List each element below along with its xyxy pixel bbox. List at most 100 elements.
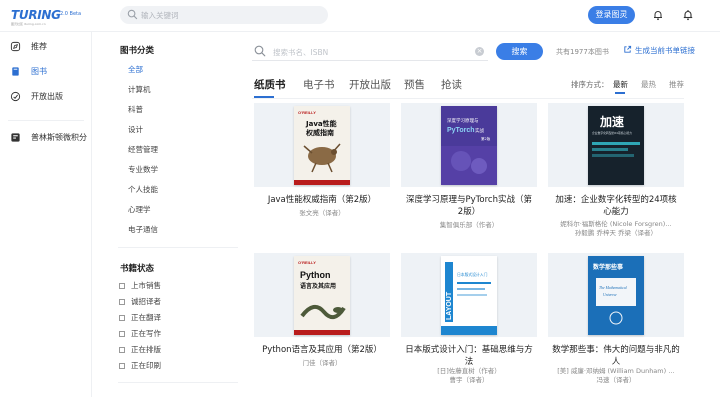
open-publish-icon [10,91,21,102]
status-label: 正在印刷 [131,361,161,370]
search-icon [254,45,266,57]
status-checkbox[interactable]: 正在排版 [119,344,161,355]
book-cover: O'REILLY Java性能 权威指南 [294,106,350,185]
category-item[interactable]: 专业数学 [128,164,158,175]
svg-text:权威指南: 权威指南 [305,128,334,137]
svg-text:Universe: Universe [603,293,617,297]
nav-item-recommend[interactable]: 推荐 [0,36,92,58]
cover-art: O'REILLY Python 语言及其应用 [294,256,350,335]
status-label: 上市销售 [131,281,161,290]
logo-wordmark: TURING [11,8,61,22]
sort-option-recommended[interactable]: 推荐 [669,79,684,90]
book-cover: 数学那些事 The Mathematical Universe [588,256,644,335]
book-card[interactable]: LAYOUT 日本版式设计入门 日本版式设计入门：基础思维与方法 [日]佐藤直树… [401,253,537,397]
category-item[interactable]: 全部 [128,64,143,75]
nav-item-course[interactable]: 普林斯顿微积分 [0,127,92,149]
bell-icon[interactable] [652,9,664,21]
generate-list-label: 生成当前书单链接 [635,46,695,55]
book-title[interactable]: 深度学习原理与PyTorch实战（第2版） [405,194,533,218]
sort-option-newest[interactable]: 最新 [613,79,628,90]
tab-presale[interactable]: 预售 [404,77,425,92]
book-author: 妮科尔·福斯格伦 (Nicole Forsgren)… [560,220,672,228]
sort-label: 排序方式： [571,80,609,89]
book-title[interactable]: 日本版式设计入门：基础思维与方法 [405,344,533,368]
status-checkbox[interactable]: 正在印刷 [119,360,161,371]
tab-paper-books[interactable]: 纸质书 [254,77,286,92]
cover-art: O'REILLY Java性能 权威指南 [294,106,350,185]
book-author: [日]佐藤直树（作者） [437,367,501,375]
sort-option-hottest[interactable]: 最热 [641,79,656,90]
svg-text:The Mathematical: The Mathematical [599,286,627,290]
book-cover: O'REILLY Python 语言及其应用 [294,256,350,335]
nav-item-open-publish[interactable]: 开放出版 [0,86,92,108]
category-item[interactable]: 个人技能 [128,184,158,195]
book-search-input[interactable]: 搜索书名、ISBN × [252,42,488,61]
book-title[interactable]: 数学那些事：伟大的问题与非凡的人 [552,344,680,368]
category-item[interactable]: 设计 [128,124,143,135]
book-card[interactable]: O'REILLY Java性能 权威指南 Java性能权威指南（第2版） 张文亮… [254,103,390,243]
svg-text:PyTorch: PyTorch [447,127,475,134]
book-search-placeholder: 搜索书名、ISBN [273,48,329,57]
search-button[interactable]: 搜索 [496,43,543,60]
book-cover: 深度学习原理与 PyTorch 实战 第2版 [441,106,497,185]
status-checkbox[interactable]: 诚招译者 [119,296,161,307]
checkbox-box [119,346,125,353]
category-heading: 图书分类 [120,46,155,56]
global-search-placeholder: 输入关键词 [141,11,179,20]
nav-item-books[interactable]: 图书 [0,61,92,83]
cover-art: 加速 企业数字化转型的24项核心能力 [588,106,644,185]
svg-text:企业数字化转型的24项核心能力: 企业数字化转型的24项核心能力 [592,131,632,135]
book-card[interactable]: 数学那些事 The Mathematical Universe 数学那些事：伟大… [548,253,684,397]
tabs-divider [252,98,684,99]
checkbox-box [119,298,125,305]
nav-label: 推荐 [31,42,47,51]
checkbox-box [119,330,125,337]
turing-logo[interactable]: TURING 2.0 Beta 图灵社区 ituring.com.cn [11,8,81,26]
book-title[interactable]: Python语言及其应用（第2版） [258,344,386,356]
active-sort-indicator [615,92,625,94]
svg-text:语言及其应用: 语言及其应用 [300,282,336,290]
link-icon [624,45,632,53]
nav-label: 开放出版 [31,92,63,101]
book-card[interactable]: O'REILLY Python 语言及其应用 Python语言及其应用（第2版）… [254,253,390,397]
search-icon [127,9,138,20]
svg-text:Java性能: Java性能 [305,119,337,128]
book-author: [美] 威廉·邓纳姆 (William Dunham) … [557,367,675,375]
checkbox-box [119,282,125,289]
login-button[interactable]: 登录图灵 [588,6,635,24]
cover-art: 深度学习原理与 PyTorch 实战 第2版 [441,106,497,185]
category-item[interactable]: 经营管理 [128,144,158,155]
status-label: 正在排版 [131,345,161,354]
filter-divider [118,382,238,383]
book-card[interactable]: 深度学习原理与 PyTorch 实战 第2版 深度学习原理与PyTorch实战（… [401,103,537,243]
book-author: 门佳（译者） [302,359,342,367]
tab-early-read[interactable]: 抢读 [441,77,462,92]
checkbox-box [119,314,125,321]
tab-open-publish[interactable]: 开放出版 [349,77,391,92]
edition-mark: 第2版 [481,136,491,141]
version-badge: 2.0 Beta [60,11,82,17]
clear-icon[interactable]: × [475,47,484,56]
status-checkbox[interactable]: 正在写作 [119,328,161,339]
global-search-input[interactable]: 输入关键词 [120,6,328,24]
book-card[interactable]: 加速 企业数字化转型的24项核心能力 加速：企业数字化转型的24项核心能力 妮科… [548,103,684,243]
book-cover: LAYOUT 日本版式设计入门 [441,256,497,335]
svg-text:深度学习原理与: 深度学习原理与 [447,117,479,124]
filter-divider [118,247,238,248]
book-cover: 加速 企业数字化转型的24项核心能力 [588,106,644,185]
nav-divider [8,120,84,121]
filter-panel: 图书分类 全部 计算机 科普 设计 经营管理 专业数学 个人技能 心理学 电子通… [92,32,242,397]
status-checkbox[interactable]: 上市销售 [119,280,161,291]
category-item[interactable]: 科普 [128,104,143,115]
svg-text:O'REILLY: O'REILLY [298,260,316,265]
category-item[interactable]: 心理学 [128,204,151,215]
category-item[interactable]: 电子通信 [128,224,158,235]
book-title[interactable]: Java性能权威指南（第2版） [258,194,386,206]
status-checkbox[interactable]: 正在翻译 [119,312,161,323]
tab-ebooks[interactable]: 电子书 [303,77,335,92]
notification-icon[interactable] [682,9,694,21]
book-title[interactable]: 加速：企业数字化转型的24项核心能力 [552,194,680,218]
status-label: 正在写作 [131,329,161,338]
generate-list-link[interactable]: 生成当前书单链接 [623,45,695,56]
category-item[interactable]: 计算机 [128,84,151,95]
